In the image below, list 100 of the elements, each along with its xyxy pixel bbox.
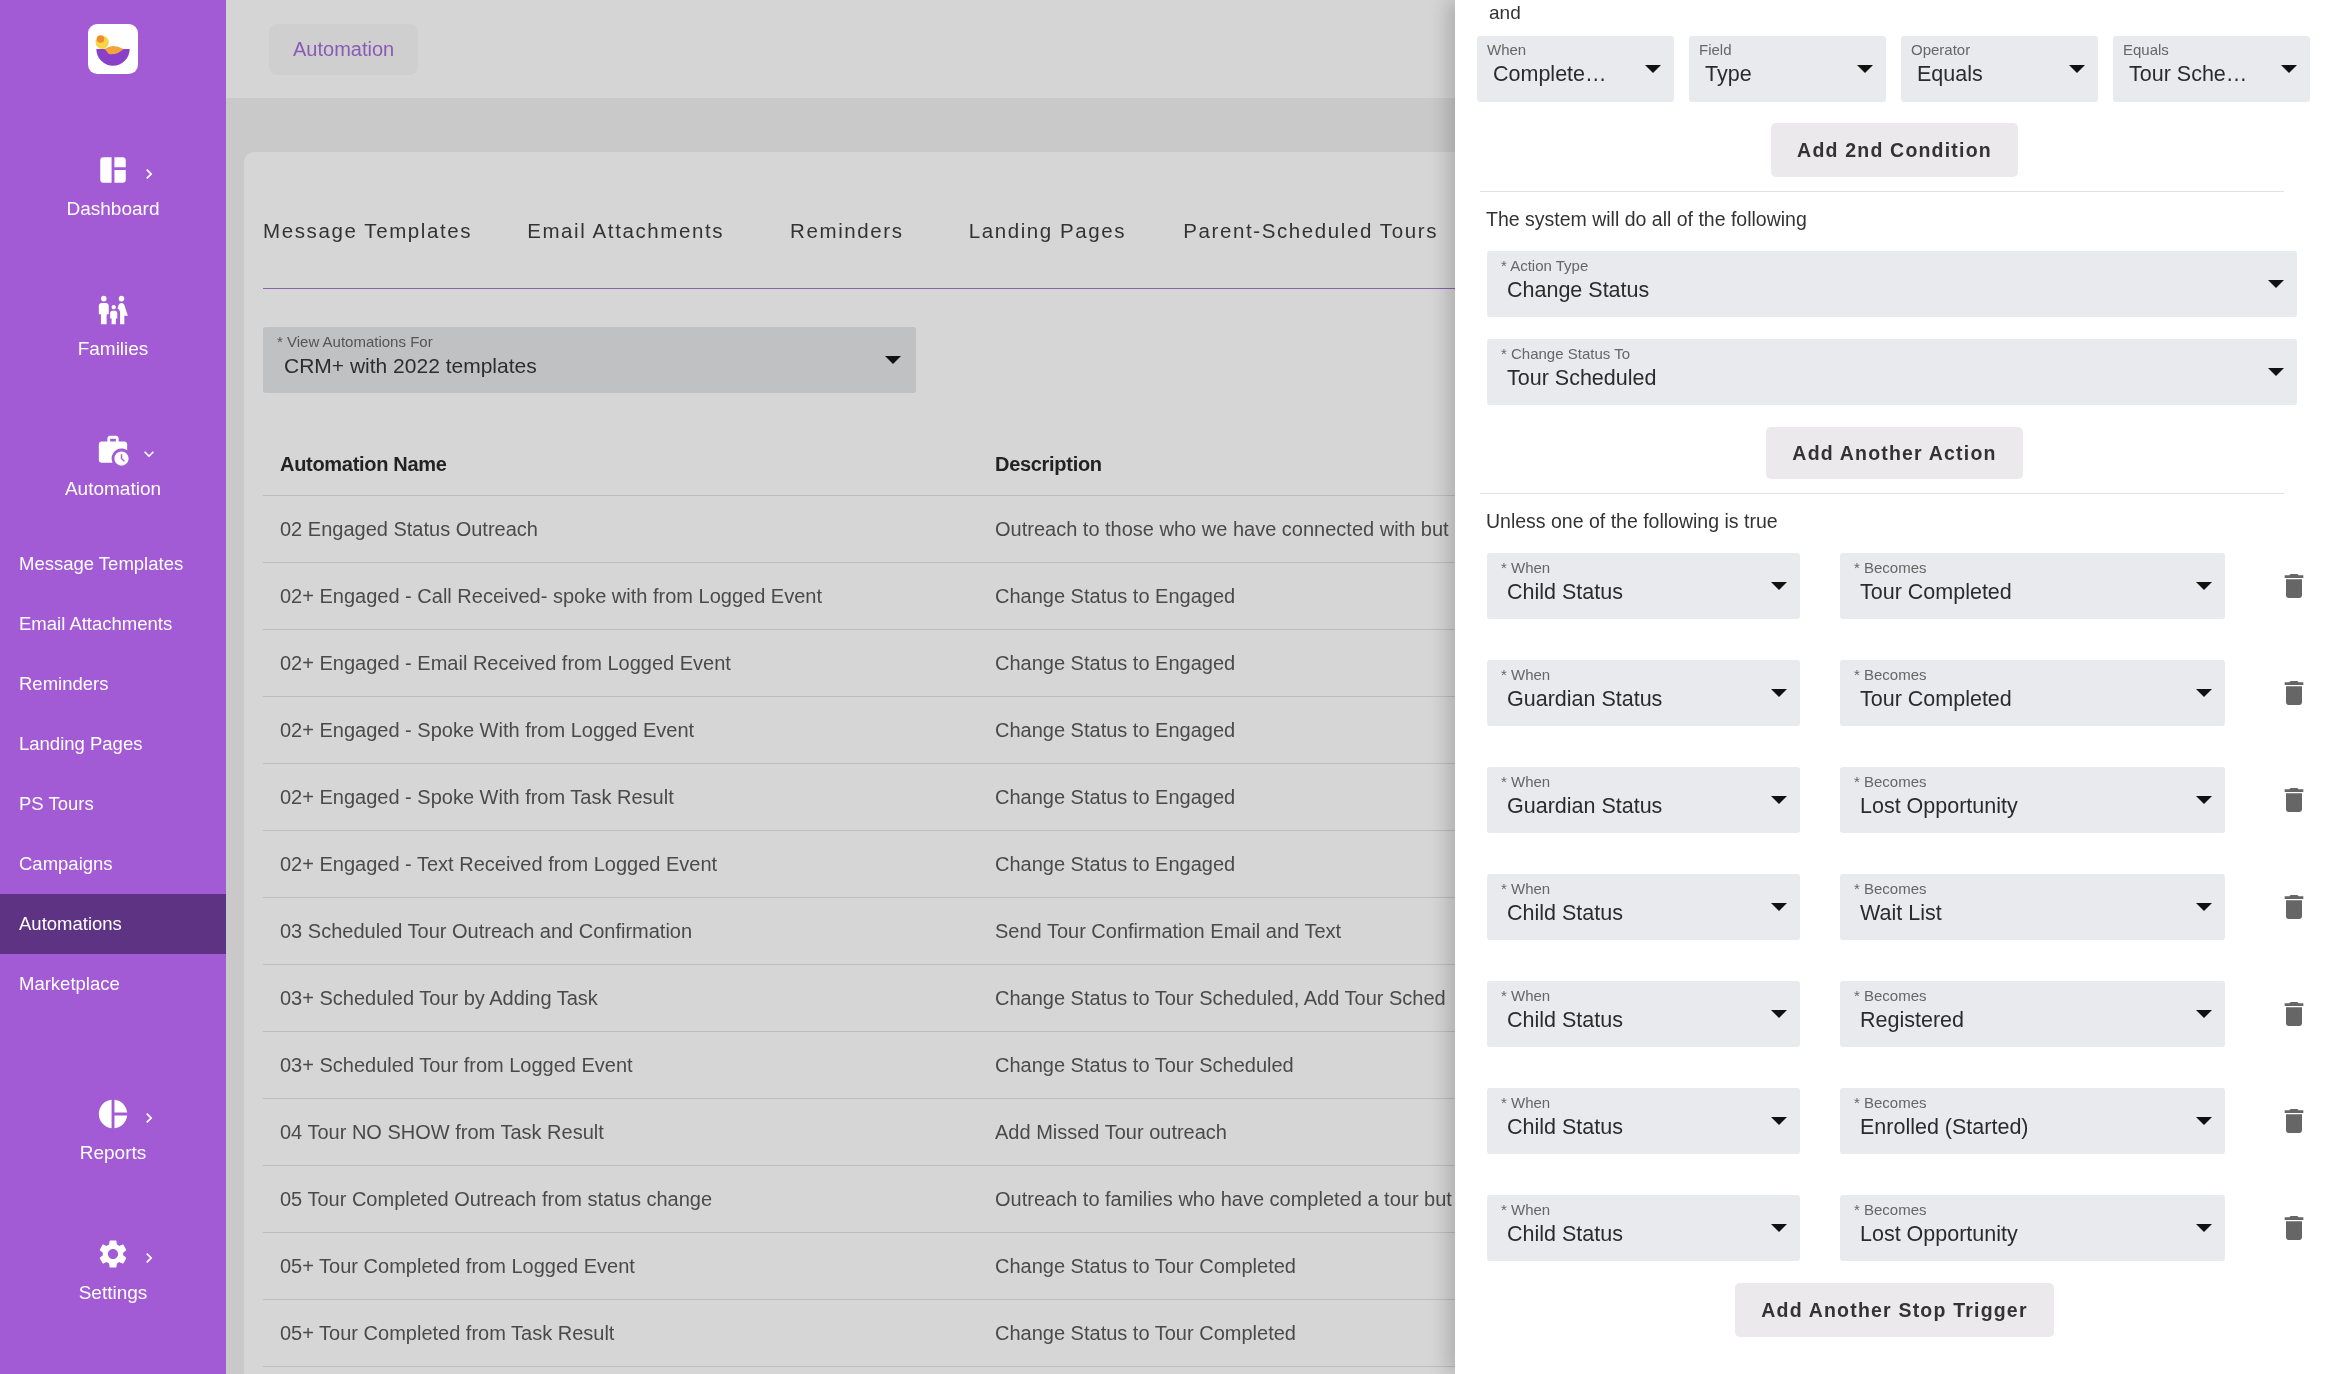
caret-icon	[1771, 1224, 1787, 1232]
field-label: Field	[1699, 41, 1733, 58]
becomes-select[interactable]: * Becomes Tour Completed	[1840, 660, 2225, 726]
table-cell-text: 03+ Scheduled Tour by Adding Task	[279, 986, 599, 1010]
nav-item[interactable]: Landing Pages	[0, 714, 226, 774]
caret-icon	[1771, 1117, 1787, 1125]
field-value: Lost Opportunity	[1859, 1222, 2018, 1247]
field-value: Child Status	[1506, 580, 1623, 605]
caret-icon	[1645, 65, 1661, 73]
field-value: Child Status	[1506, 901, 1623, 926]
table-cell-text: 03 Scheduled Tour Outreach and Confirmation	[279, 919, 694, 943]
table-cell-text: 05+ Tour Completed from Task Result	[279, 1321, 616, 1345]
table-cell-text: Change Status to Tour Completed	[994, 1254, 1297, 1278]
nav-section-label[interactable]: Reports	[79, 1142, 147, 1164]
caret-icon	[2196, 1224, 2212, 1232]
condition-select[interactable]: Operator Equals	[1901, 36, 2098, 102]
table-cell-text: Change Status to Engaged	[994, 785, 1237, 809]
caret-icon	[2196, 903, 2212, 911]
caret-icon	[2196, 1117, 2212, 1125]
nav-item[interactable]: Email Attachments	[0, 594, 226, 654]
field-label: Equals	[2123, 41, 2170, 58]
caret-icon	[1771, 1010, 1787, 1018]
field-value: CRM+ with 2022 templates	[283, 354, 537, 378]
nav-item[interactable]: Reminders	[0, 654, 226, 714]
tab[interactable]: Reminders	[790, 219, 904, 288]
when-select[interactable]: * When Child Status	[1487, 1088, 1800, 1154]
field-label: When	[1487, 41, 1528, 58]
condition-select[interactable]: Equals Tour Sche…	[2113, 36, 2310, 102]
pie-chart-icon[interactable]	[96, 1097, 130, 1131]
condition-select[interactable]: When Complete…	[1477, 36, 1674, 102]
table-cell-text: 05+ Tour Completed from Logged Event	[279, 1254, 636, 1278]
briefcase-icon[interactable]	[96, 433, 130, 467]
add-stop-trigger-button[interactable]: Add Another Stop Trigger	[1735, 1283, 2054, 1337]
condition-select[interactable]: Field Type	[1689, 36, 1886, 102]
family-icon[interactable]	[96, 293, 130, 327]
nav-item[interactable]: Campaigns	[0, 834, 226, 894]
field-label: * When	[1501, 1094, 1552, 1111]
column-header: Automation Name	[279, 452, 448, 476]
automation-set-select[interactable]: * View Automations For CRM+ with 2022 templates	[263, 327, 916, 393]
field-label: * Becomes	[1854, 880, 1928, 897]
tab[interactable]: Message Templates	[263, 219, 473, 288]
nav-section-label[interactable]: Settings	[78, 1282, 148, 1304]
when-select[interactable]: * When Child Status	[1487, 553, 1800, 619]
field-label: * When	[1501, 559, 1552, 576]
field-label: * Change Status To	[1501, 345, 1631, 362]
action-select[interactable]: * Change Status To Tour Scheduled	[1487, 339, 2297, 405]
field-label: * Becomes	[1854, 666, 1928, 683]
becomes-select[interactable]: * Becomes Registered	[1840, 981, 2225, 1047]
nav-section-label[interactable]: Families	[77, 338, 149, 360]
nav-item[interactable]: Message Templates	[0, 534, 226, 594]
tab[interactable]: Email Attachments	[527, 219, 725, 288]
tab[interactable]: Parent-Scheduled Tours	[1183, 219, 1438, 288]
becomes-select[interactable]: * Becomes Enrolled (Started)	[1840, 1088, 2225, 1154]
when-select[interactable]: * When Child Status	[1487, 981, 1800, 1047]
becomes-select[interactable]: * Becomes Lost Opportunity	[1840, 1195, 2225, 1261]
table-cell-text: Change Status to Engaged	[994, 852, 1237, 876]
becomes-select[interactable]: * Becomes Lost Opportunity	[1840, 767, 2225, 833]
add-action-button[interactable]: Add Another Action	[1766, 427, 2023, 479]
nav-item[interactable]: Marketplace	[0, 954, 226, 1014]
caret-icon	[2196, 582, 2212, 590]
table-cell-text: 02 Engaged Status Outreach	[279, 517, 539, 541]
table-cell-text: Send Tour Confirmation Email and Text	[994, 919, 1343, 943]
field-value: Lost Opportunity	[1859, 794, 2018, 819]
table-cell-text: 04 Tour NO SHOW from Task Result	[279, 1120, 605, 1144]
table-cell-text: Add Missed Tour outreach	[994, 1120, 1228, 1144]
nav-item[interactable]: PS Tours	[0, 774, 226, 834]
caret-icon	[2281, 65, 2297, 73]
field-value: Tour Completed	[1859, 687, 2012, 712]
when-select[interactable]: * When Guardian Status	[1487, 767, 1800, 833]
nav-section-label[interactable]: Automation	[64, 478, 162, 500]
field-label: * Becomes	[1854, 1094, 1928, 1111]
table-cell-text: 02+ Engaged - Call Received- spoke with from Logged Event	[279, 584, 823, 608]
nav-item[interactable]: Automations	[0, 894, 226, 954]
table-cell-text: Outreach to those who we have connected with but	[994, 517, 1450, 541]
when-select[interactable]: * When Child Status	[1487, 874, 1800, 940]
field-label: * When	[1501, 880, 1552, 897]
field-value: Child Status	[1506, 1008, 1623, 1033]
tab[interactable]: Landing Pages	[968, 219, 1127, 288]
caret-icon	[885, 356, 901, 364]
field-label: * Becomes	[1854, 773, 1928, 790]
caret-icon	[2069, 65, 2085, 73]
becomes-select[interactable]: * Becomes Tour Completed	[1840, 553, 2225, 619]
table-cell-text: 05 Tour Completed Outreach from status change	[279, 1187, 714, 1211]
becomes-select[interactable]: * Becomes Wait List	[1840, 874, 2225, 940]
table-cell-text: Outreach to families who have completed a tour but	[994, 1187, 1453, 1211]
action-select[interactable]: * Action Type Change Status	[1487, 251, 2297, 317]
table-cell-text: 02+ Engaged - Spoke With from Logged Event	[279, 718, 696, 742]
when-select[interactable]: * When Guardian Status	[1487, 660, 1800, 726]
table-cell-text: Change Status to Tour Scheduled, Add Tour Sched	[994, 986, 1447, 1010]
field-value: Tour Sche…	[2128, 62, 2248, 87]
field-value: Change Status	[1506, 278, 1650, 303]
add-condition-button[interactable]: Add 2nd Condition	[1771, 123, 2018, 177]
nav-section-label[interactable]: Dashboard	[66, 198, 160, 220]
field-label: * When	[1501, 666, 1552, 683]
field-label: * Becomes	[1854, 1201, 1928, 1218]
caret-icon	[1857, 65, 1873, 73]
table-cell-text: 02+ Engaged - Spoke With from Task Result	[279, 785, 675, 809]
table-cell-text: 02+ Engaged - Email Received from Logged Event	[279, 651, 732, 675]
connector-text: and	[1488, 2, 1521, 24]
when-select[interactable]: * When Child Status	[1487, 1195, 1800, 1261]
